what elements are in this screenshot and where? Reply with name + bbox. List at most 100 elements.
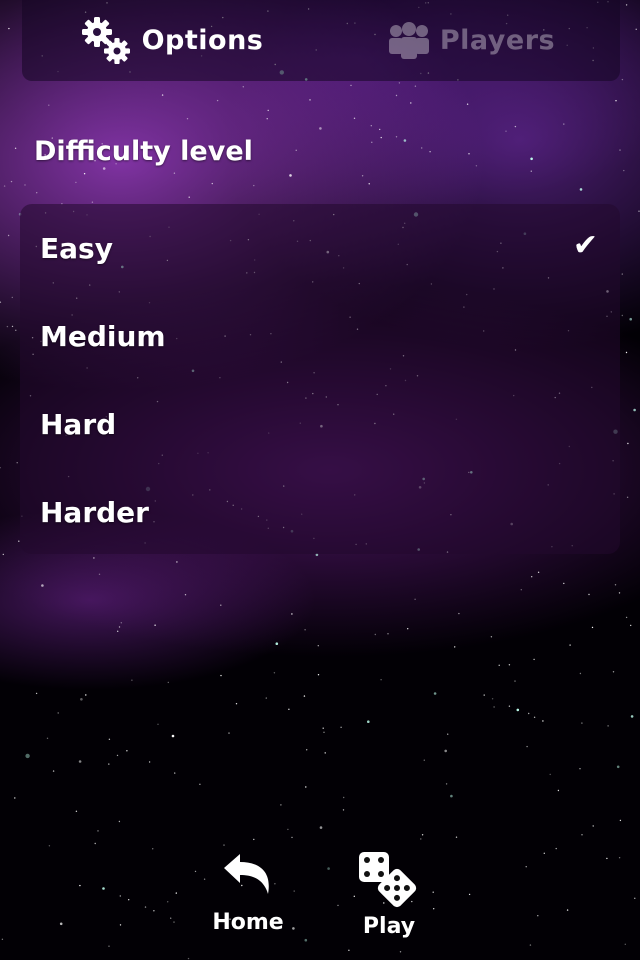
star [508, 664, 511, 666]
star [78, 760, 82, 763]
star [403, 139, 407, 142]
star [414, 85, 417, 87]
star [421, 147, 423, 149]
star [317, 674, 320, 676]
star [41, 584, 44, 587]
star [118, 820, 121, 823]
star [380, 679, 382, 681]
star [267, 109, 269, 112]
star [629, 317, 632, 321]
star [533, 716, 536, 718]
star [340, 726, 342, 728]
star [3, 185, 6, 187]
star [612, 671, 615, 673]
star [173, 172, 176, 174]
star [14, 797, 16, 799]
star [387, 633, 389, 635]
star [625, 351, 628, 354]
star [98, 573, 101, 575]
star [342, 809, 345, 811]
star [46, 737, 49, 739]
star [621, 78, 624, 81]
star [626, 496, 629, 498]
star [289, 174, 292, 177]
star [48, 104, 50, 106]
tab-players-label: Players [439, 25, 556, 56]
star [514, 680, 516, 682]
checkmark-icon: ✔ [572, 228, 598, 263]
star [120, 622, 123, 624]
star [433, 692, 437, 695]
star [7, 234, 10, 237]
star [131, 679, 133, 681]
difficulty-option-harder[interactable]: Harder [20, 468, 620, 556]
star [280, 804, 282, 806]
star [420, 838, 422, 840]
star [493, 706, 495, 708]
star [11, 296, 13, 299]
star [235, 703, 238, 705]
difficulty-option-medium[interactable]: Medium [20, 292, 620, 380]
star [186, 118, 189, 120]
star [161, 94, 164, 96]
star [322, 727, 324, 729]
section-title: Difficulty level [34, 136, 253, 167]
star [305, 786, 307, 788]
tab-options[interactable]: Options [22, 0, 321, 81]
star [429, 151, 431, 153]
tab-players[interactable]: Players [321, 0, 620, 81]
star [563, 582, 565, 585]
star [508, 705, 511, 707]
star [483, 694, 485, 696]
star [309, 99, 311, 101]
star [220, 674, 222, 677]
star [25, 753, 30, 759]
star [148, 761, 151, 763]
star [265, 697, 267, 699]
star [52, 770, 55, 772]
star [291, 836, 293, 839]
star [223, 844, 225, 846]
tab-bar: Options Players [22, 0, 620, 81]
star [520, 589, 522, 591]
star [490, 636, 493, 638]
difficulty-option-hard[interactable]: Hard [20, 380, 620, 468]
star [447, 733, 449, 735]
star [581, 722, 583, 724]
star [75, 810, 78, 812]
star [579, 188, 583, 191]
star [607, 725, 609, 727]
star [630, 624, 632, 627]
back-arrow-icon [224, 854, 269, 894]
star [466, 103, 469, 105]
star [454, 646, 456, 648]
star [621, 273, 623, 275]
star [450, 794, 453, 798]
star [505, 130, 507, 132]
difficulty-option-easy[interactable]: Easy ✔ [20, 204, 620, 292]
star [374, 633, 376, 636]
star [319, 826, 323, 829]
difficulty-option-label: Hard [40, 407, 117, 441]
star [6, 325, 9, 328]
star [528, 712, 530, 715]
star [324, 752, 326, 754]
star [108, 738, 111, 740]
star [514, 125, 517, 128]
star [287, 828, 289, 831]
star [619, 149, 621, 151]
star [458, 612, 460, 615]
star [157, 723, 159, 725]
star [184, 594, 187, 596]
star [11, 325, 14, 328]
star [625, 4, 628, 6]
star [445, 783, 448, 785]
home-label: Home [212, 910, 284, 935]
star [295, 149, 297, 151]
star [421, 834, 424, 836]
star [619, 819, 622, 822]
home-button[interactable]: Home [203, 850, 293, 945]
star [187, 957, 190, 960]
star [211, 182, 213, 185]
play-button[interactable]: Play [344, 850, 434, 945]
